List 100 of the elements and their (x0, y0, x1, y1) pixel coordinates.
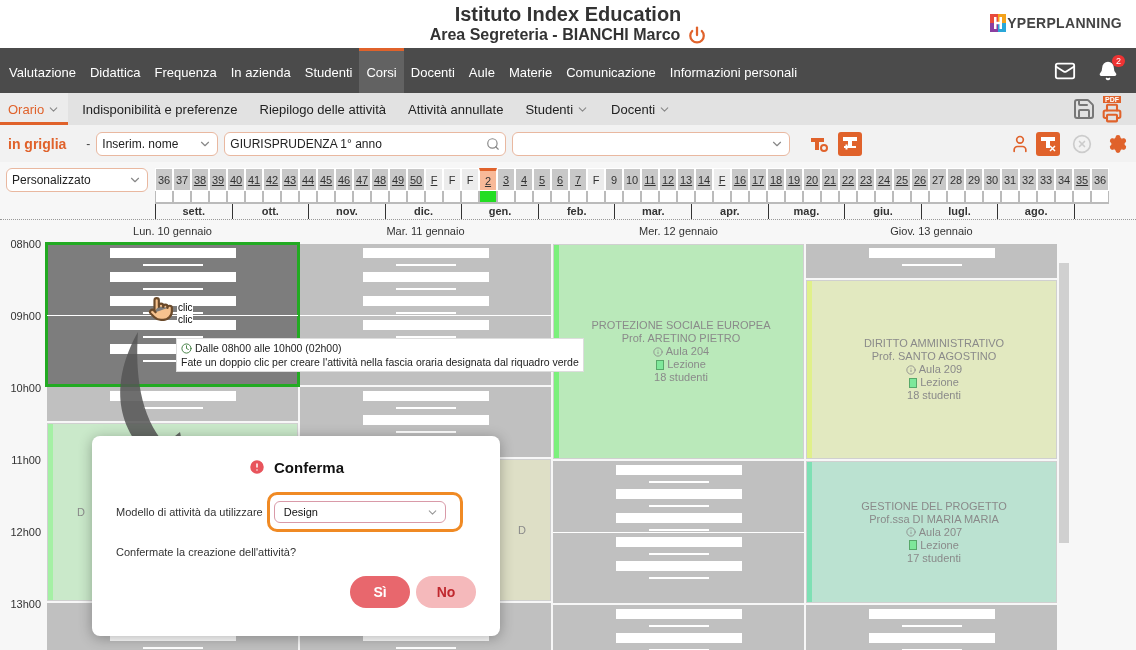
settings-icon[interactable] (1108, 133, 1128, 154)
week-cell[interactable]: 6 (551, 168, 569, 191)
hand-cursor-icon (148, 296, 174, 322)
nav-tab[interactable]: In azienda (223, 48, 298, 93)
week-cell[interactable]: 34 (1055, 168, 1073, 191)
week-cell[interactable]: 27 (929, 168, 947, 191)
course-text: D (77, 505, 85, 519)
week-cell[interactable]: 25 (893, 168, 911, 191)
week-cell[interactable]: 45 (317, 168, 335, 191)
info-icon (652, 346, 663, 357)
week-cell[interactable]: 47 (353, 168, 371, 191)
week-cell[interactable]: 4 (515, 168, 533, 191)
nav-tab[interactable]: Docenti (403, 48, 462, 93)
nav-tab[interactable]: Comunicazione (559, 48, 663, 93)
week-cell[interactable]: 44 (299, 168, 317, 191)
week-cell[interactable]: 24 (875, 168, 893, 191)
week-cell[interactable]: F (461, 168, 479, 191)
week-cell[interactable]: 7 (569, 168, 587, 191)
scrollbar[interactable] (1059, 263, 1069, 543)
week-cell[interactable]: 11 (641, 168, 659, 191)
week-cell[interactable]: 30 (983, 168, 1001, 191)
week-cell[interactable]: F (713, 168, 731, 191)
notification-bell-icon[interactable] (1098, 60, 1118, 81)
time-label: 09h00 (9, 310, 42, 324)
week-cell[interactable]: 43 (281, 168, 299, 191)
nav-tab[interactable]: Informazioni personali (662, 48, 805, 93)
week-cell[interactable]: 9 (605, 168, 623, 191)
sub-nav-tab[interactable]: Docenti (603, 93, 680, 125)
save-icon[interactable] (1072, 97, 1096, 121)
nav-tab[interactable]: Frequenza (147, 48, 224, 93)
week-cell[interactable]: 13 (677, 168, 695, 191)
course-students: 18 studenti (907, 389, 961, 402)
week-cell[interactable]: 20 (803, 168, 821, 191)
week-cell[interactable]: 31 (1001, 168, 1019, 191)
printer-icon[interactable] (1102, 102, 1122, 123)
week-cell[interactable]: 38 (191, 168, 209, 191)
week-cell[interactable]: 26 (911, 168, 929, 191)
course-room: Aula 207 (918, 525, 963, 539)
week-cell[interactable]: 19 (785, 168, 803, 191)
sub-nav-tab[interactable]: Studenti (517, 93, 598, 125)
course-type: Lezione (920, 376, 959, 389)
week-cell[interactable]: 48 (371, 168, 389, 191)
week-cell[interactable]: F (443, 168, 461, 191)
nav-tab[interactable]: Studenti (297, 48, 360, 93)
name-select[interactable]: Inserim. nome (96, 131, 219, 156)
week-cell[interactable]: 14 (695, 168, 713, 191)
tooltip-time: Dalle 08h00 alle 10h00 (02h00) (195, 341, 342, 355)
week-cell[interactable]: F (587, 168, 605, 191)
week-cell[interactable]: 29 (965, 168, 983, 191)
week-cell[interactable]: 3 (497, 168, 515, 191)
logo-mark-icon (990, 14, 1007, 32)
week-cell[interactable]: 41 (245, 168, 263, 191)
sub-nav-tab[interactable]: Indisponibilità e preferenze (74, 93, 246, 125)
day-header: Lun. 10 gennaio (132, 225, 213, 239)
sub-nav-tab[interactable]: Riepilogo delle attività (251, 93, 394, 125)
add-table-button[interactable] (838, 131, 863, 156)
week-cell[interactable]: 36 (155, 168, 173, 191)
week-cell[interactable]: 10 (623, 168, 641, 191)
nav-tab[interactable]: Aule (461, 48, 502, 93)
redacted-activity[interactable] (47, 387, 298, 421)
remove-table-button[interactable] (1036, 131, 1060, 156)
week-cell[interactable]: 49 (389, 168, 407, 191)
week-cell[interactable]: 40 (227, 168, 245, 191)
user-icon[interactable] (1010, 133, 1030, 154)
week-cell[interactable]: 36 (1091, 168, 1109, 191)
time-label: 12h00 (9, 526, 42, 540)
nav-tab[interactable]: Didattica (83, 48, 148, 93)
week-cell[interactable]: 21 (821, 168, 839, 191)
search-field[interactable]: GIURISPRUDENZA 1° anno (224, 131, 507, 156)
filter-select[interactable] (512, 131, 791, 156)
week-cell[interactable]: 50 (407, 168, 425, 191)
week-cell[interactable]: 16 (731, 168, 749, 191)
week-cell[interactable]: 28 (947, 168, 965, 191)
week-cell[interactable]: 5 (533, 168, 551, 191)
week-cell[interactable]: 39 (209, 168, 227, 191)
nav-tab[interactable]: Materie (501, 48, 560, 93)
week-cell[interactable]: 18 (767, 168, 785, 191)
nav-tab[interactable]: Corsi (359, 48, 404, 93)
week-cell[interactable]: 2 (479, 168, 497, 191)
week-cell[interactable]: 42 (263, 168, 281, 191)
model-select[interactable]: Design (273, 501, 446, 523)
week-cell[interactable]: 17 (749, 168, 767, 191)
course-text: DIRITTO AMMINISTRATIVO (863, 337, 1005, 350)
week-cell[interactable]: 46 (335, 168, 353, 191)
week-cell[interactable]: 12 (659, 168, 677, 191)
week-cell[interactable]: 35 (1073, 168, 1091, 191)
week-cell[interactable]: 22 (839, 168, 857, 191)
sub-nav-tab[interactable]: Attività annullate (400, 93, 512, 125)
week-cell[interactable]: 32 (1019, 168, 1037, 191)
no-button[interactable]: No (416, 576, 476, 608)
week-cell[interactable]: F (425, 168, 443, 191)
dialog-title: Conferma (274, 458, 344, 476)
week-cell[interactable]: 37 (173, 168, 191, 191)
search-icon[interactable] (486, 136, 501, 151)
course-text: Prof.ssa DI MARIA MARIA (869, 512, 999, 526)
power-icon[interactable] (688, 26, 707, 45)
period-select[interactable]: Personalizzato (6, 168, 148, 192)
week-cell[interactable]: 23 (857, 168, 875, 191)
nav-tab[interactable]: Valutazione (2, 48, 83, 93)
week-cell[interactable]: 33 (1037, 168, 1055, 191)
